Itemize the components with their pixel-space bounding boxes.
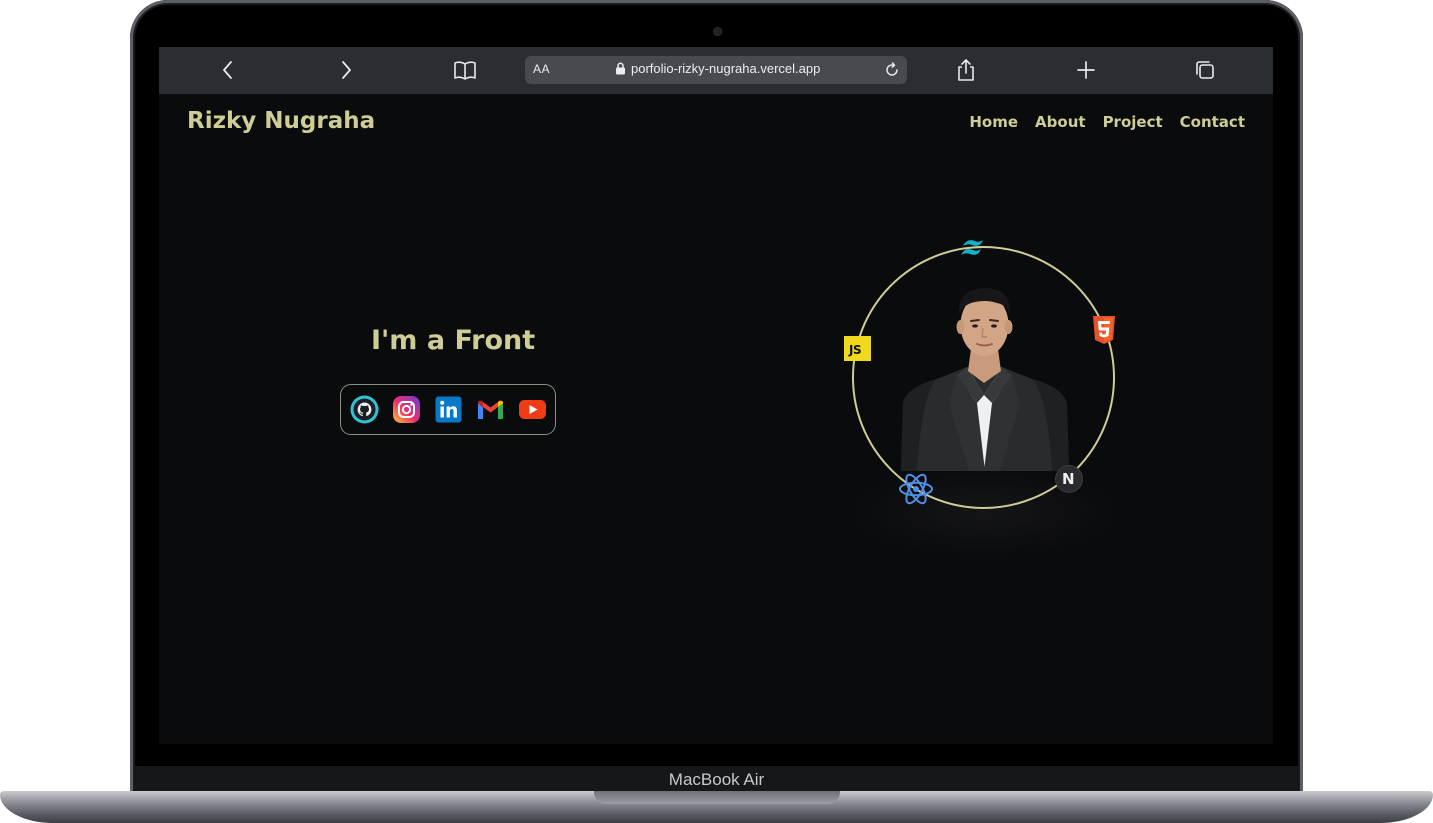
nav-home[interactable]: Home — [969, 113, 1018, 131]
linkedin-link[interactable] — [433, 394, 464, 425]
html5-badge — [1092, 315, 1116, 345]
html5-icon — [1093, 316, 1115, 344]
text-size-button[interactable]: AA — [533, 62, 550, 76]
nextjs-label: N — [1062, 470, 1075, 488]
nextjs-badge: N — [1054, 464, 1084, 494]
instagram-link[interactable] — [391, 394, 422, 425]
bookmarks-icon — [454, 61, 476, 80]
forward-button[interactable] — [332, 57, 360, 83]
profile-portrait — [901, 288, 1069, 471]
gmail-icon — [477, 400, 503, 419]
tailwind-icon — [961, 240, 983, 255]
browser-toolbar: AA porfolio-rizky-nugraha.vercel.app — [159, 47, 1273, 94]
tabs-icon — [1196, 61, 1214, 79]
browser-window: AA porfolio-rizky-nugraha.vercel.app Riz… — [159, 47, 1273, 744]
reload-icon[interactable] — [883, 61, 901, 79]
nav-about[interactable]: About — [1035, 113, 1086, 131]
camera — [714, 28, 721, 35]
linkedin-icon — [435, 396, 461, 423]
instagram-icon — [392, 396, 420, 423]
gmail-link[interactable] — [475, 394, 506, 425]
javascript-label: JS — [849, 343, 862, 357]
laptop-notch — [594, 791, 840, 804]
github-icon — [350, 395, 378, 424]
laptop-chin: MacBook Air — [134, 766, 1299, 794]
javascript-badge: JS — [844, 336, 871, 361]
nav-contact[interactable]: Contact — [1180, 113, 1245, 131]
new-tab-button[interactable] — [1072, 57, 1100, 83]
tailwind-badge — [957, 235, 989, 261]
back-button[interactable] — [214, 57, 242, 83]
nav-links: Home About Project Contact — [969, 113, 1245, 131]
nav-project[interactable]: Project — [1103, 113, 1163, 131]
github-link[interactable] — [349, 394, 380, 425]
hero-headline: I'm a Front — [371, 325, 536, 356]
share-button[interactable] — [952, 57, 980, 83]
address-bar[interactable]: AA porfolio-rizky-nugraha.vercel.app — [525, 56, 907, 84]
react-badge — [897, 471, 935, 507]
bookmarks-button[interactable] — [451, 57, 479, 83]
share-icon — [958, 59, 974, 81]
device-label: MacBook Air — [668, 770, 765, 789]
new-tab-icon — [1077, 61, 1095, 79]
youtube-link[interactable] — [517, 394, 548, 425]
site-navbar: Rizky Nugraha Home About Project Contact — [159, 94, 1273, 154]
profile-photo — [897, 283, 1072, 471]
lock-icon — [616, 62, 625, 75]
social-links — [340, 384, 556, 435]
react-icon — [899, 473, 933, 505]
tabs-overview-button[interactable] — [1191, 57, 1219, 83]
forward-icon — [342, 61, 351, 79]
site-brand[interactable]: Rizky Nugraha — [187, 108, 375, 134]
youtube-icon — [518, 400, 546, 419]
url-text: porfolio-rizky-nugraha.vercel.app — [631, 61, 821, 76]
back-icon — [223, 61, 232, 79]
